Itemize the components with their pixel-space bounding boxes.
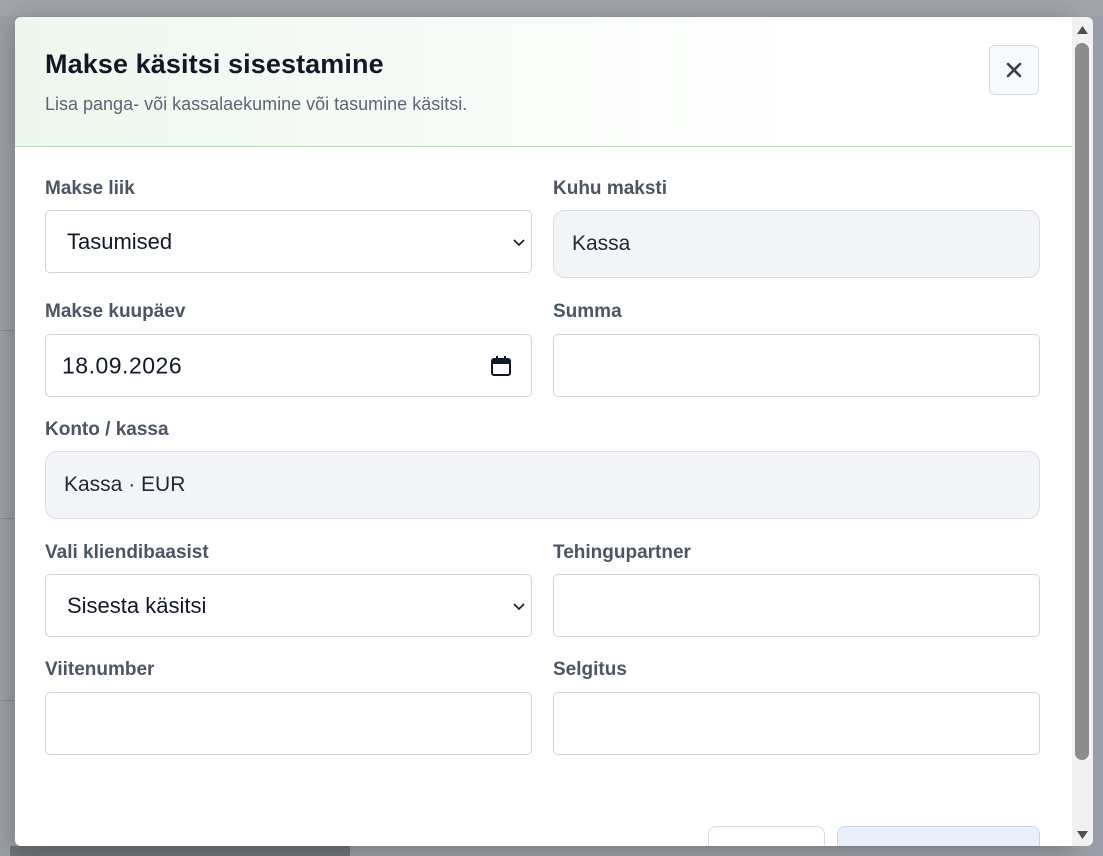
background-text — [10, 846, 350, 856]
destination-field: Kassa — [553, 210, 1040, 278]
scrollbar-thumb[interactable] — [1075, 43, 1089, 760]
account-field: Kassa · EUR — [45, 451, 1040, 519]
background-divider — [0, 700, 14, 701]
background-header — [0, 0, 1103, 16]
client-select-value: Sisesta käsitsi — [67, 592, 207, 618]
close-icon — [1006, 62, 1022, 78]
account-value: Kassa · EUR — [64, 473, 186, 496]
modal-header: Makse käsitsi sisestamine Lisa panga- võ… — [15, 17, 1072, 147]
partner-input[interactable] — [553, 574, 1040, 637]
background-divider — [0, 518, 14, 519]
amount-label: Summa — [553, 301, 622, 322]
payment-date-value: 18.09.2026 — [62, 352, 183, 378]
payment-date-input[interactable]: 18.09.2026 — [45, 334, 532, 397]
client-select[interactable]: Sisesta käsitsi — [45, 574, 532, 637]
client-select-label: Vali kliendibaasist — [45, 542, 209, 563]
payment-date-label: Makse kuupäev — [45, 301, 186, 322]
destination-value: Kassa — [572, 232, 631, 255]
payment-entry-modal: Makse käsitsi sisestamine Lisa panga- võ… — [15, 17, 1072, 846]
reference-label: Viitenumber — [45, 659, 155, 680]
modal-title: Makse käsitsi sisestamine — [45, 49, 384, 79]
chevron-down-icon — [513, 238, 525, 246]
destination-label: Kuhu maksti — [553, 178, 668, 199]
background-divider — [0, 330, 14, 331]
partner-label: Tehingupartner — [553, 542, 691, 563]
amount-input[interactable] — [553, 334, 1040, 397]
scroll-down-arrow-icon[interactable] — [1075, 828, 1090, 842]
reference-input[interactable] — [45, 692, 532, 755]
account-label: Konto / kassa — [45, 419, 169, 440]
scroll-up-arrow-icon[interactable] — [1075, 23, 1090, 37]
payment-type-value: Tasumised — [67, 228, 173, 254]
description-input[interactable] — [553, 692, 1040, 755]
calendar-icon[interactable] — [490, 355, 512, 377]
modal-subtitle: Lisa panga- või kassalaekumine või tasum… — [45, 94, 468, 114]
cancel-button[interactable] — [708, 826, 825, 846]
payment-type-select[interactable]: Tasumised — [45, 210, 532, 273]
description-label: Selgitus — [553, 659, 627, 680]
modal-scrollbar[interactable] — [1072, 17, 1093, 846]
close-button[interactable] — [989, 45, 1039, 95]
payment-type-label: Makse liik — [45, 178, 135, 199]
save-button[interactable] — [837, 826, 1040, 846]
chevron-down-icon — [513, 602, 525, 610]
